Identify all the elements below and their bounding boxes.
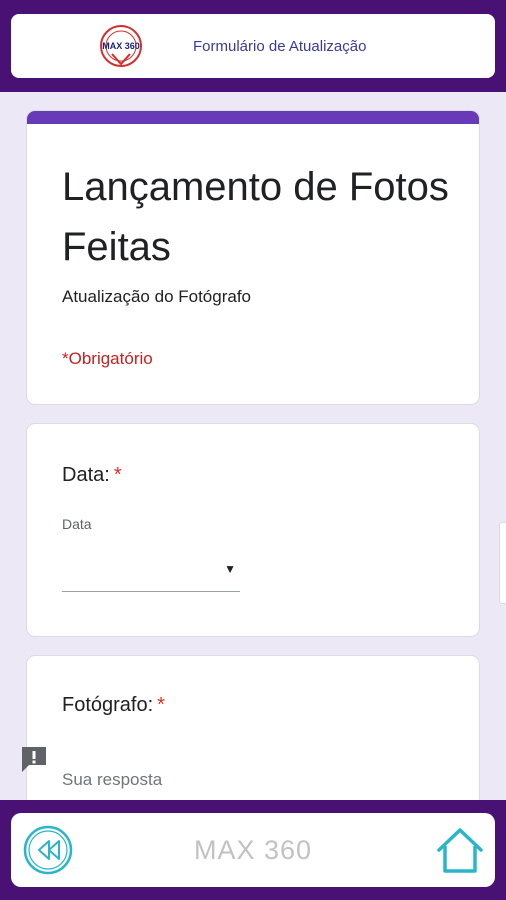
question-card-fotografo: Fotógrafo: * Sua resposta bbox=[26, 655, 480, 800]
form-description: Atualização do Fotógrafo bbox=[62, 287, 252, 306]
required-star: * bbox=[157, 694, 165, 716]
form-scroll-area[interactable]: Lançamento de Fotos Feitas Atualização d… bbox=[0, 92, 506, 800]
footer-card: MAX 360 bbox=[11, 813, 495, 887]
logo-text: MAX 360 bbox=[102, 41, 140, 51]
date-dropdown[interactable]: ▼ bbox=[62, 550, 240, 592]
max360-logo: MAX 360 bbox=[100, 25, 142, 67]
question-card-date: Data: * Data ▼ bbox=[26, 423, 480, 637]
form-header-card: Lançamento de Fotos Feitas Atualização d… bbox=[26, 110, 480, 405]
fotografo-input[interactable]: Sua resposta bbox=[62, 770, 162, 790]
header-title: Formulário de Atualização bbox=[193, 38, 367, 55]
footer-title: MAX 360 bbox=[193, 835, 313, 865]
app-header: MAX 360 Formulário de Atualização bbox=[0, 0, 506, 92]
report-problem-icon[interactable] bbox=[19, 744, 49, 774]
question-label: Data: bbox=[62, 464, 110, 486]
triangle-down-icon[interactable]: ▼ bbox=[224, 562, 236, 576]
date-sublabel: Data bbox=[62, 516, 92, 532]
side-scroll-handle[interactable] bbox=[499, 522, 506, 604]
required-star: * bbox=[113, 464, 122, 486]
form-title: Lançamento de Fotos Feitas bbox=[62, 165, 449, 269]
question-label: Fotógrafo: bbox=[62, 694, 154, 716]
header-card: MAX 360 Formulário de Atualização bbox=[11, 14, 495, 78]
app-footer: MAX 360 bbox=[0, 800, 506, 900]
home-icon[interactable] bbox=[435, 826, 485, 874]
required-note: *Obrigatório bbox=[62, 349, 153, 368]
question-title: Fotógrafo: * bbox=[62, 694, 165, 717]
form-accent-bar bbox=[27, 111, 479, 124]
question-title: Data: * bbox=[62, 464, 122, 487]
